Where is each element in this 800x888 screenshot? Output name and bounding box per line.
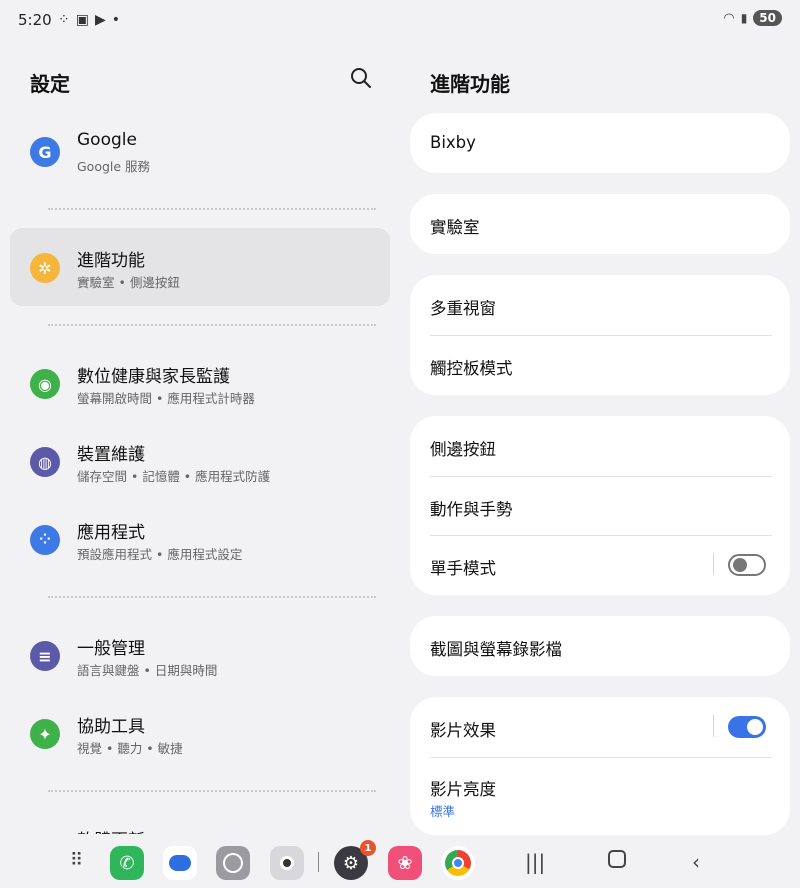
multi-window-item[interactable]: 多重視窗 [430, 295, 496, 319]
search-button[interactable] [350, 67, 374, 91]
gear-icon: ⚙ [342, 852, 360, 874]
video-brightness-item[interactable]: 影片亮度 [430, 776, 496, 800]
divider [48, 596, 376, 598]
divider [48, 324, 376, 326]
separator [430, 335, 772, 336]
apps-drawer-icon[interactable]: ⠿ [70, 850, 83, 871]
play-store-notification-icon: ▶ [94, 12, 106, 28]
status-right: ◠ ▮ 50 [723, 10, 782, 26]
grid-notification-icon: ⁘ [58, 12, 70, 28]
separator [430, 757, 772, 758]
settings-item-general-management[interactable]: ≡ 一般管理 語言與鍵盤 • 日期與時間 [10, 616, 390, 694]
settings-item-subtitle: 螢幕開啟時間 • 應用程式計時器 [77, 391, 255, 406]
home-icon [608, 850, 626, 868]
search-icon [351, 68, 371, 88]
card-buttons: 側邊按鈕 動作與手勢 單手模式 [410, 416, 790, 595]
settings-item-digital-wellbeing[interactable]: ◉ 數位健康與家長監護 螢幕開啟時間 • 應用程式計時器 [10, 344, 390, 422]
camera-lens-icon [280, 856, 294, 870]
one-handed-mode-item[interactable]: 單手模式 [430, 555, 496, 579]
card-labs: 實驗室 [410, 194, 790, 254]
planet-icon [223, 853, 243, 873]
detail-title: 進階功能 [430, 72, 510, 96]
taskbar: ⠿ ✆ ⚙ 1 ❀ ||| ‹ [0, 838, 800, 888]
settings-item-title: 進階功能 [77, 251, 145, 271]
toggle-divider [713, 553, 714, 575]
sliders-icon: ≡ [30, 641, 60, 671]
settings-item-title: 軟體更新 [77, 826, 145, 834]
video-effects-toggle[interactable] [728, 716, 766, 738]
dock-divider [318, 852, 319, 872]
settings-item-title: 協助工具 [77, 717, 145, 737]
chrome-icon [445, 850, 471, 876]
wellbeing-icon: ◉ [30, 369, 60, 399]
message-bubble-icon [169, 855, 191, 871]
google-icon: G [30, 137, 60, 167]
status-bar: 5:20 ⁘ ▣ ▶ • ◠ ▮ 50 [0, 0, 800, 42]
card-video: 影片效果 影片亮度 標準 [410, 697, 790, 835]
divider [48, 208, 376, 210]
wifi-icon: ◠ [723, 10, 735, 26]
status-notification-icons: ⁘ ▣ ▶ • [58, 12, 120, 28]
separator [430, 476, 772, 477]
gallery-app-icon[interactable]: ❀ [388, 846, 422, 880]
internet-app-icon[interactable] [216, 846, 250, 880]
card-screenshots: 截圖與螢幕錄影檔 [410, 616, 790, 676]
settings-app-icon[interactable]: ⚙ 1 [334, 840, 376, 880]
settings-item-subtitle: Google 服務 [77, 159, 151, 174]
settings-item-subtitle: 語言與鍵盤 • 日期與時間 [77, 663, 218, 678]
side-button-item[interactable]: 側邊按鈕 [430, 436, 496, 460]
video-effects-item[interactable]: 影片效果 [430, 717, 496, 741]
battery-badge: 50 [753, 10, 782, 26]
apps-grid-icon: ⁘ [30, 525, 60, 555]
settings-item-subtitle: 實驗室 • 側邊按鈕 [77, 275, 180, 290]
dot-icon: • [111, 12, 121, 28]
camera-app-icon[interactable] [270, 846, 304, 880]
signal-icon: ▮ [740, 11, 748, 25]
card-multiwindow: 多重視窗 觸控板模式 [410, 275, 790, 395]
chrome-app-icon[interactable] [441, 846, 475, 880]
settings-item-title: 應用程式 [77, 523, 145, 543]
touchpad-mode-item[interactable]: 觸控板模式 [430, 355, 513, 379]
settings-item-accessibility[interactable]: ✦ 協助工具 視覺 • 聽力 • 敏捷 [10, 694, 390, 772]
settings-item-title: Google [77, 130, 137, 150]
screenshots-recorder-item[interactable]: 截圖與螢幕錄影檔 [430, 636, 562, 660]
settings-item-device-care[interactable]: ◍ 裝置維護 儲存空間 • 記憶體 • 應用程式防護 [10, 422, 390, 500]
home-button[interactable] [608, 850, 626, 868]
card-bixby: Bixby [410, 113, 790, 173]
accessibility-icon: ✦ [30, 719, 60, 749]
settings-item-title: 數位健康與家長監護 [77, 367, 230, 387]
notification-badge: 1 [360, 840, 376, 856]
labs-item[interactable]: 實驗室 [430, 214, 480, 238]
status-time: 5:20 [18, 11, 52, 29]
motions-gestures-item[interactable]: 動作與手勢 [430, 496, 513, 520]
messages-app-icon[interactable] [163, 846, 197, 880]
settings-item-apps[interactable]: ⁘ 應用程式 預設應用程式 • 應用程式設定 [10, 500, 390, 578]
toggle-divider [713, 715, 714, 737]
phone-icon: ✆ [119, 852, 135, 874]
bixby-item[interactable]: Bixby [430, 133, 476, 152]
separator [430, 535, 772, 536]
recents-button[interactable]: ||| [525, 850, 545, 874]
settings-item-advanced-features[interactable]: ✲ 進階功能 實驗室 • 側邊按鈕 [10, 228, 390, 306]
gear-plus-icon: ✲ [30, 253, 60, 283]
toggle-knob [733, 558, 747, 572]
settings-item-subtitle: 儲存空間 • 記憶體 • 應用程式防護 [77, 469, 271, 484]
video-brightness-value: 標準 [430, 804, 456, 819]
screenshot-notification-icon: ▣ [75, 12, 89, 28]
one-handed-mode-toggle[interactable] [728, 554, 766, 576]
device-care-icon: ◍ [30, 447, 60, 477]
settings-item-subtitle: 預設應用程式 • 應用程式設定 [77, 547, 243, 562]
settings-item-subtitle: 視覺 • 聽力 • 敏捷 [77, 741, 183, 756]
flower-icon: ❀ [397, 852, 413, 874]
back-button[interactable]: ‹ [692, 850, 700, 874]
page-title: 設定 [30, 72, 70, 96]
settings-item-google[interactable]: G Google Google 服務 [10, 112, 390, 190]
toggle-knob [747, 719, 763, 735]
settings-item-title: 一般管理 [77, 639, 145, 659]
divider [48, 790, 376, 792]
settings-item-title: 裝置維護 [77, 445, 145, 465]
settings-item-software-update[interactable]: 軟體更新 [10, 810, 390, 834]
back-icon: ‹ [692, 850, 700, 874]
phone-app-icon[interactable]: ✆ [110, 846, 144, 880]
